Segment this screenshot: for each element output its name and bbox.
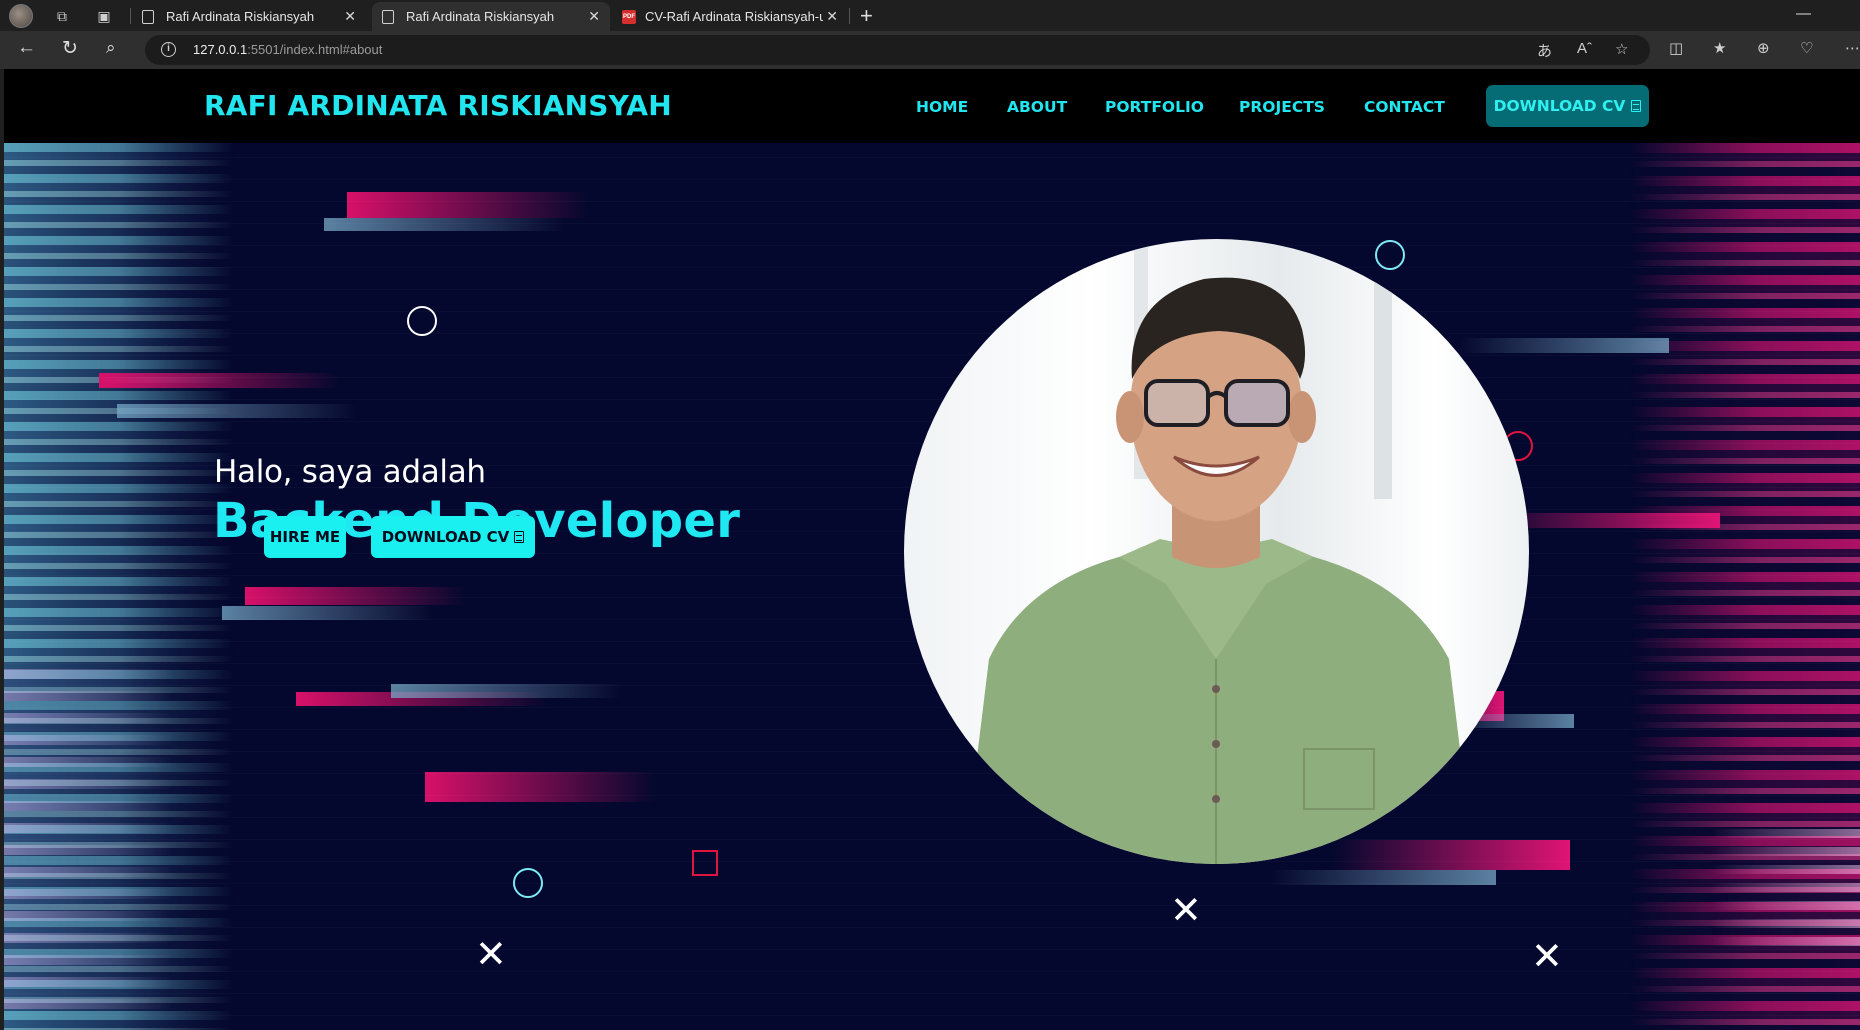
back-icon[interactable]: ←	[17, 37, 36, 59]
site-navbar: RAFI ARDINATA RISKIANSYAH HOME ABOUT POR…	[4, 69, 1860, 143]
nav-about[interactable]: ABOUT	[1007, 98, 1067, 116]
favorite-star-icon[interactable]: ☆	[1615, 40, 1628, 58]
document-icon	[382, 9, 394, 24]
browser-toolbar: ← ↻ ⌕ i 127.0.0.1:5501/index.html#about …	[0, 31, 1860, 69]
profile-avatar[interactable]	[9, 4, 33, 28]
workspaces-icon[interactable]: ⧉	[50, 4, 74, 28]
pink-streak	[245, 587, 465, 605]
pink-streak	[347, 192, 587, 218]
nav-home[interactable]: HOME	[916, 98, 968, 116]
tab-2-active[interactable]: Rafi Ardinata Riskiansyah ✕	[372, 2, 610, 31]
read-aloud-icon[interactable]: Aˆ	[1577, 40, 1592, 57]
tab-title: CV-Rafi Ardinata Riskiansyah-up	[645, 9, 823, 24]
page-viewport: ✕ ✕ ✕ RAFI ARDINATA RISKIANSYAH HOME ABO…	[4, 69, 1860, 1030]
right-glitch-edge-pale	[1710, 829, 1860, 949]
nav-download-cv-label: DOWNLOAD CV	[1493, 97, 1626, 115]
close-icon[interactable]: ✕	[588, 8, 600, 25]
nav-projects[interactable]: PROJECTS	[1239, 98, 1325, 116]
tab-separator	[130, 8, 131, 24]
blue-streak	[324, 218, 564, 231]
minimize-icon[interactable]: —	[1796, 5, 1811, 22]
site-info-icon[interactable]: i	[161, 42, 176, 57]
nav-portfolio[interactable]: PORTFOLIO	[1105, 98, 1204, 116]
pdf-icon: PDF	[622, 9, 636, 24]
url-text[interactable]: 127.0.0.1:5501/index.html#about	[193, 42, 382, 57]
tab-title: Rafi Ardinata Riskiansyah	[406, 9, 555, 24]
split-screen-icon[interactable]: ◫	[1669, 39, 1683, 57]
collections-icon[interactable]: ⊕	[1757, 39, 1770, 57]
refresh-icon[interactable]: ↻	[62, 37, 78, 60]
hire-me-button[interactable]: HIRE ME	[264, 516, 346, 558]
blue-streak	[117, 404, 357, 418]
square-outline-icon	[692, 850, 718, 876]
file-icon	[514, 531, 525, 543]
circle-outline-icon	[407, 306, 437, 336]
search-icon[interactable]: ⌕	[106, 38, 116, 58]
url-path: :5501/index.html#about	[247, 42, 383, 57]
nav-download-cv-button[interactable]: DOWNLOAD CV	[1486, 85, 1649, 127]
new-tab-icon[interactable]: +	[860, 3, 873, 29]
download-cv-button[interactable]: DOWNLOAD CV	[371, 516, 535, 558]
document-icon	[142, 9, 154, 24]
site-brand[interactable]: RAFI ARDINATA RISKIANSYAH	[204, 89, 672, 122]
blue-streak	[1271, 870, 1496, 885]
profile-photo	[904, 239, 1529, 864]
browser-tab-bar: ⧉ ▣ Rafi Ardinata Riskiansyah ✕ Rafi Ard…	[0, 0, 1860, 31]
close-icon[interactable]: ✕	[826, 8, 838, 25]
url-host: 127.0.0.1	[193, 42, 248, 57]
tab-1[interactable]: Rafi Ardinata Riskiansyah ✕	[132, 2, 366, 31]
hero-greeting: Halo, saya adalah	[214, 454, 486, 490]
left-glitch-edge-pale	[4, 669, 174, 1009]
browser-essentials-icon[interactable]: ♡	[1800, 39, 1813, 57]
more-options-icon[interactable]: ⋯	[1845, 39, 1860, 57]
translate-icon[interactable]: あ	[1537, 40, 1552, 61]
cross-icon: ✕	[1170, 888, 1202, 932]
cross-icon: ✕	[1531, 934, 1563, 978]
blue-streak	[391, 684, 621, 698]
favorites-icon[interactable]: ★	[1713, 39, 1726, 57]
circle-outline-icon	[513, 868, 543, 898]
hire-me-label: HIRE ME	[269, 528, 341, 546]
close-icon[interactable]: ✕	[344, 8, 356, 25]
tab-actions-icon[interactable]: ▣	[92, 4, 116, 28]
tab-title: Rafi Ardinata Riskiansyah	[166, 9, 315, 24]
download-cv-label: DOWNLOAD CV	[381, 528, 510, 546]
tab-separator	[849, 8, 850, 24]
pink-streak	[425, 772, 655, 802]
cross-icon: ✕	[475, 932, 507, 976]
nav-contact[interactable]: CONTACT	[1364, 98, 1445, 116]
pink-streak	[99, 373, 339, 388]
tab-3[interactable]: PDF CV-Rafi Ardinata Riskiansyah-up ✕	[612, 2, 848, 31]
file-icon	[1631, 100, 1642, 112]
blue-streak	[222, 606, 432, 620]
address-bar[interactable]: i 127.0.0.1:5501/index.html#about あ Aˆ ☆	[145, 35, 1650, 65]
